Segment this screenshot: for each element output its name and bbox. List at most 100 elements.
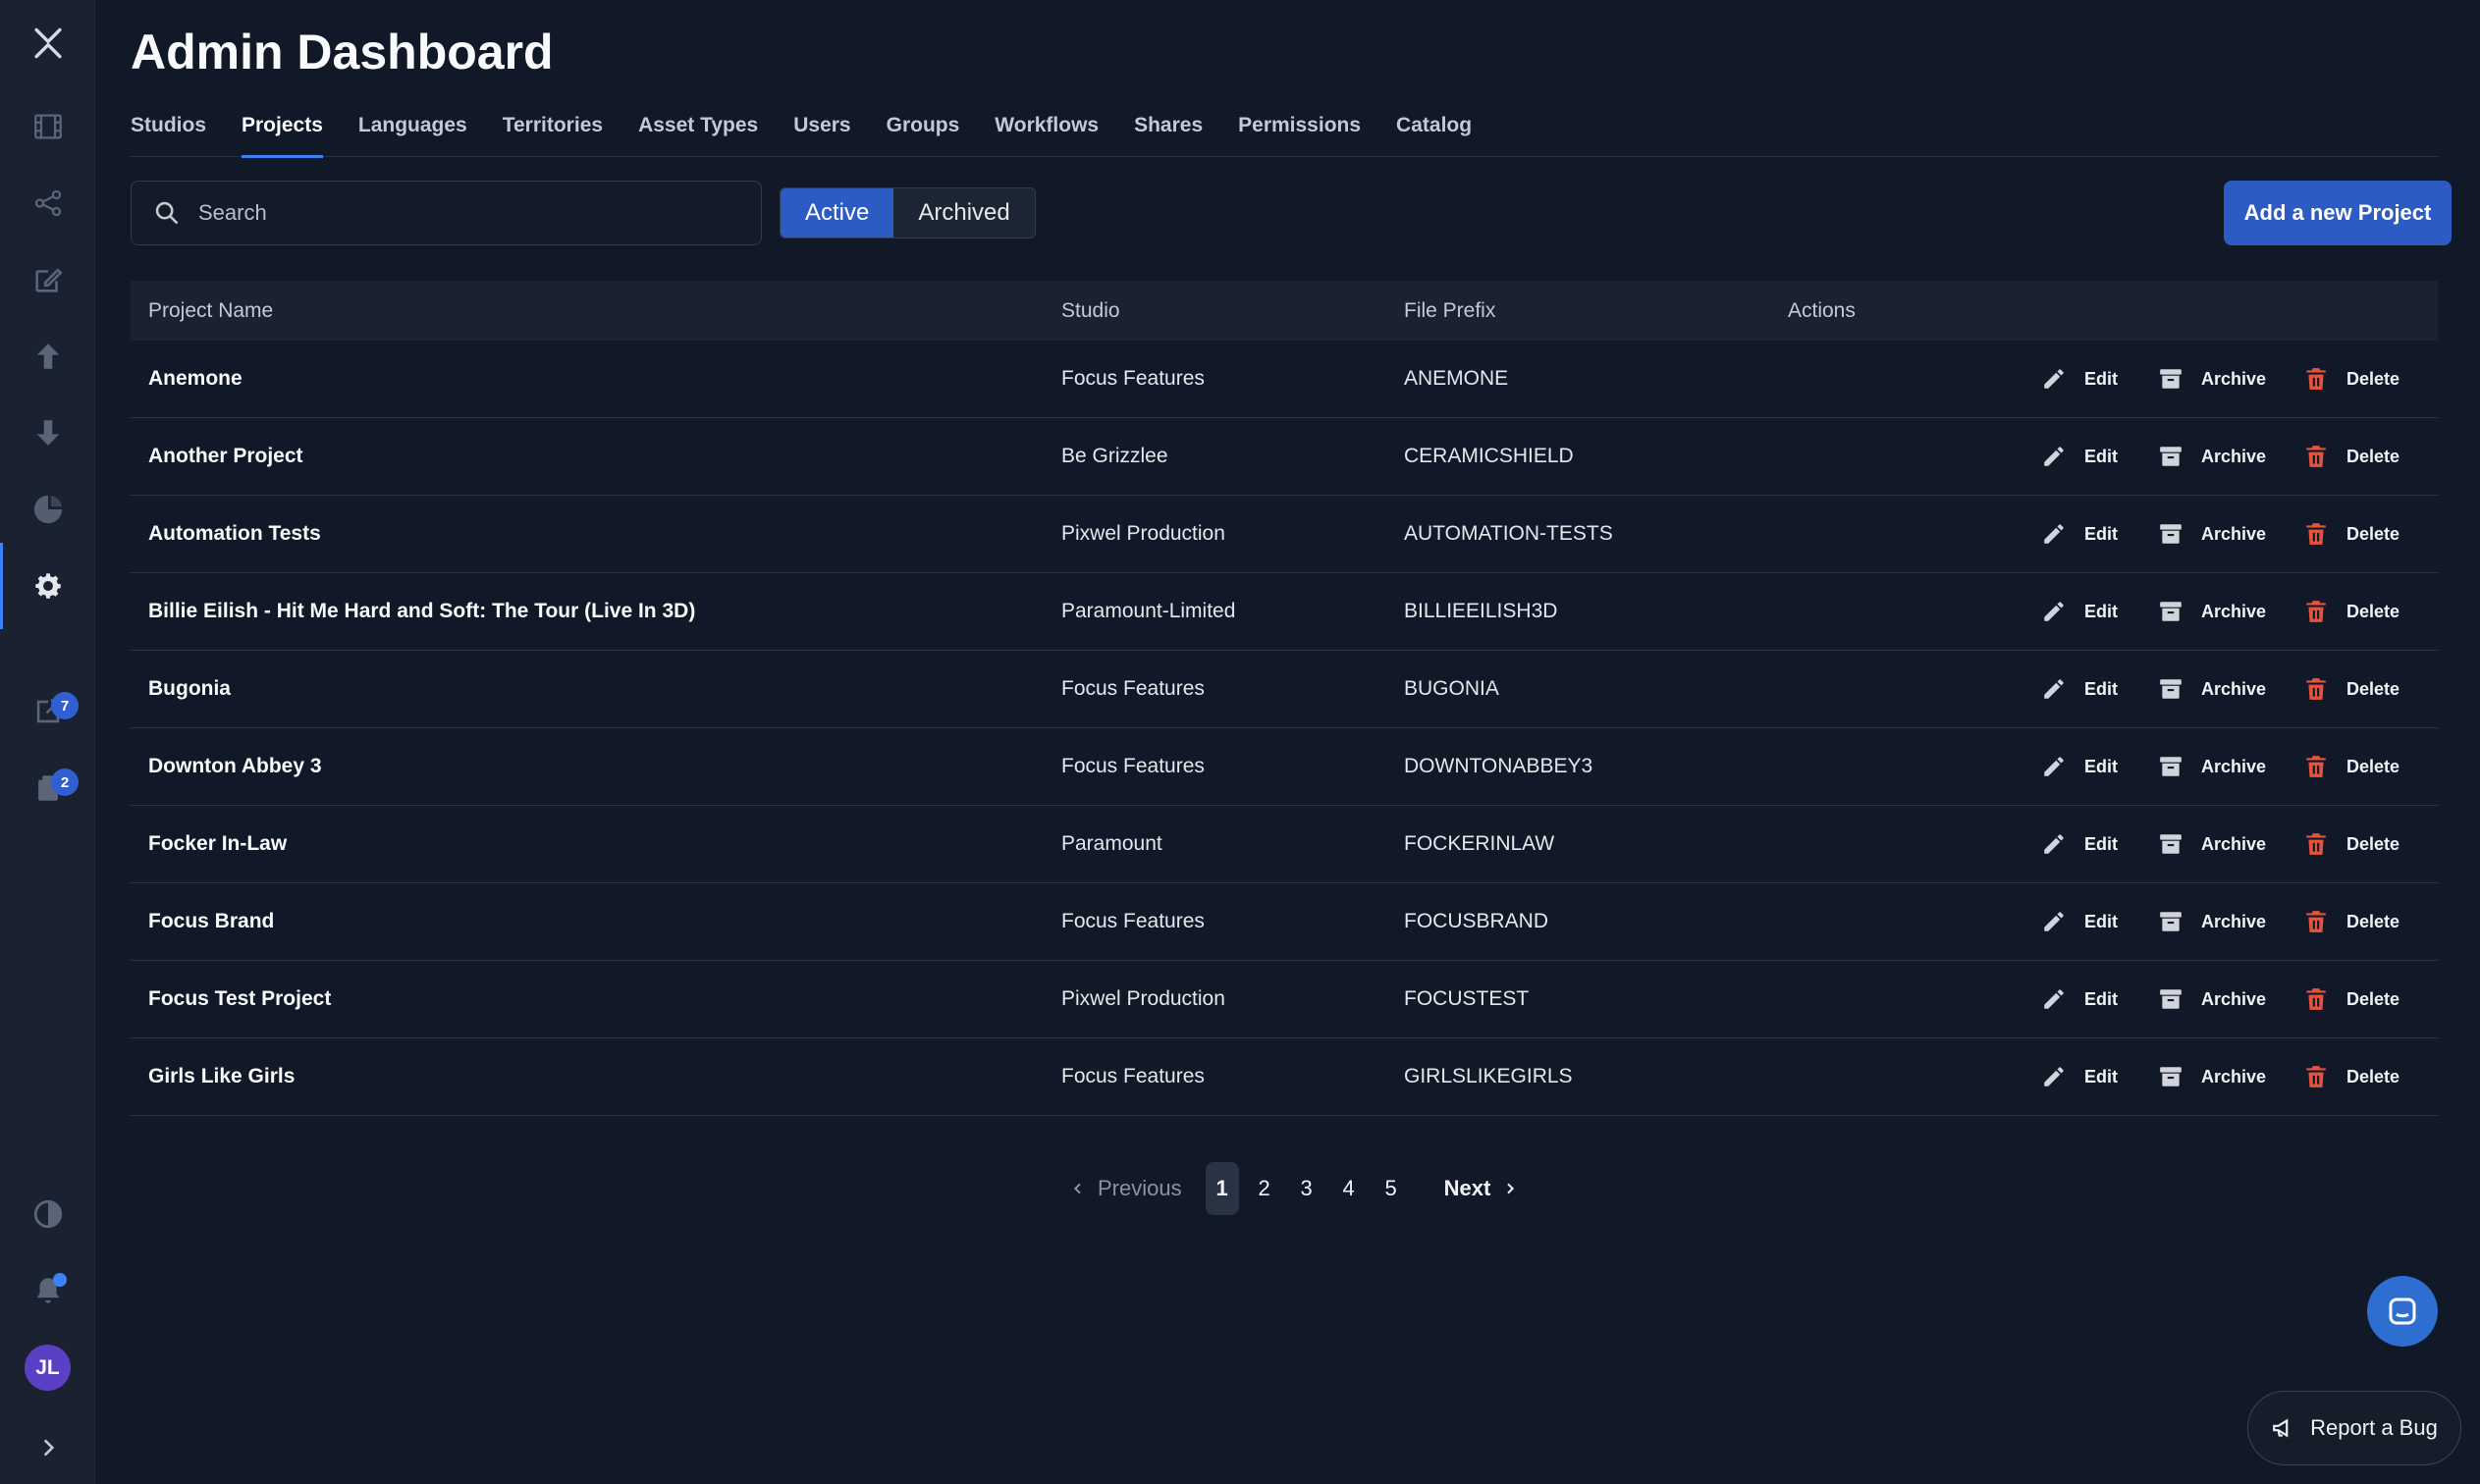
edit-button[interactable]: Edit <box>2041 444 2158 469</box>
delete-label: Delete <box>2346 523 2400 544</box>
tab-workflows[interactable]: Workflows <box>995 106 1099 157</box>
chat-button[interactable] <box>2367 1276 2438 1347</box>
avatar[interactable]: JL <box>25 1345 71 1391</box>
external-link-icon[interactable]: 7 <box>0 680 95 743</box>
table-row[interactable]: Focus Brand Focus Features FOCUSBRAND Edit A… <box>131 883 2438 961</box>
project-name: Anemone <box>148 367 243 390</box>
delete-label: Delete <box>2346 988 2400 1009</box>
table-row[interactable]: Downton Abbey 3 Focus Features DOWNTONABBE… <box>131 728 2438 806</box>
share-icon[interactable] <box>0 172 95 235</box>
trash-icon <box>2303 366 2346 392</box>
delete-button[interactable]: Delete <box>2303 521 2399 547</box>
clipboard-icon[interactable]: 2 <box>0 757 95 820</box>
tab-permissions[interactable]: Permissions <box>1238 106 1361 157</box>
projects-table: Project Name Studio File Prefix Actions … <box>131 281 2438 1116</box>
upload-arrow-icon[interactable] <box>0 325 95 388</box>
status-filter-toggle: Active Archived <box>780 187 1036 238</box>
tab-catalog[interactable]: Catalog <box>1396 106 1472 157</box>
archive-label: Archive <box>2201 756 2267 776</box>
page-1-button[interactable]: 1 <box>1205 1162 1239 1215</box>
archive-button[interactable]: Archive <box>2158 366 2303 392</box>
trash-icon <box>2303 909 2346 934</box>
tab-asset-types[interactable]: Asset Types <box>638 106 758 157</box>
edit-clipboard-icon[interactable] <box>0 248 95 311</box>
gear-icon[interactable] <box>0 543 95 629</box>
edit-button[interactable]: Edit <box>2041 986 2158 1012</box>
edit-button[interactable]: Edit <box>2041 366 2158 392</box>
report-bug-button[interactable]: Report a Bug <box>2247 1391 2461 1465</box>
archive-button[interactable]: Archive <box>2158 754 2303 779</box>
table-row[interactable]: Focker In-Law Paramount FOCKERINLAW Edit Arc… <box>131 806 2438 883</box>
row-actions: Edit Archive Delete <box>2041 806 2399 883</box>
table-row[interactable]: Billie Eilish - Hit Me Hard and Soft: Th… <box>131 573 2438 651</box>
row-actions: Edit Archive Delete <box>2041 651 2399 728</box>
delete-button[interactable]: Delete <box>2303 676 2399 702</box>
page-4-button[interactable]: 4 <box>1332 1162 1366 1215</box>
archive-button[interactable]: Archive <box>2158 909 2303 934</box>
edit-button[interactable]: Edit <box>2041 676 2158 702</box>
chevron-right-icon[interactable] <box>0 1416 95 1479</box>
delete-button[interactable]: Delete <box>2303 599 2399 624</box>
next-page-button[interactable]: Next <box>1444 1176 1519 1201</box>
filter-active-button[interactable]: Active <box>781 188 894 238</box>
tab-users[interactable]: Users <box>793 106 850 157</box>
table-row[interactable]: Bugonia Focus Features BUGONIA Edit Archive D… <box>131 651 2438 728</box>
page-5-button[interactable]: 5 <box>1375 1162 1408 1215</box>
next-label: Next <box>1443 1176 1491 1200</box>
edit-button[interactable]: Edit <box>2041 599 2158 624</box>
edit-button[interactable]: Edit <box>2041 831 2158 857</box>
row-actions: Edit Archive Delete <box>2041 883 2399 961</box>
row-actions: Edit Archive Delete <box>2041 418 2399 496</box>
page-2-button[interactable]: 2 <box>1248 1162 1281 1215</box>
table-row[interactable]: Girls Like Girls Focus Features GIRLSLIKEG… <box>131 1038 2438 1116</box>
archive-box-icon <box>2158 986 2201 1012</box>
archive-box-icon <box>2158 521 2201 547</box>
page-3-button[interactable]: 3 <box>1290 1162 1323 1215</box>
delete-button[interactable]: Delete <box>2303 366 2399 392</box>
pencil-icon <box>2041 986 2084 1012</box>
edit-button[interactable]: Edit <box>2041 909 2158 934</box>
filter-archived-button[interactable]: Archived <box>893 188 1034 238</box>
x-logo-icon[interactable] <box>0 12 95 75</box>
film-icon[interactable] <box>0 95 95 158</box>
notification-badge: 7 <box>51 692 79 719</box>
table-row[interactable]: Another Project Be Grizzlee CERAMICSHIELD E… <box>131 418 2438 496</box>
archive-button[interactable]: Archive <box>2158 444 2303 469</box>
delete-button[interactable]: Delete <box>2303 831 2399 857</box>
tab-groups[interactable]: Groups <box>887 106 960 157</box>
archive-button[interactable]: Archive <box>2158 1064 2303 1089</box>
archive-button[interactable]: Archive <box>2158 676 2303 702</box>
archive-box-icon <box>2158 676 2201 702</box>
delete-button[interactable]: Delete <box>2303 1064 2399 1089</box>
pie-chart-icon[interactable] <box>0 478 95 541</box>
contrast-icon[interactable] <box>0 1183 95 1246</box>
edit-button[interactable]: Edit <box>2041 521 2158 547</box>
previous-page-button[interactable]: Previous <box>1070 1176 1182 1201</box>
bell-icon[interactable] <box>0 1259 95 1322</box>
archive-button[interactable]: Archive <box>2158 599 2303 624</box>
delete-button[interactable]: Delete <box>2303 444 2399 469</box>
tab-studios[interactable]: Studios <box>131 106 206 157</box>
project-name: Bugonia <box>148 677 231 700</box>
archive-button[interactable]: Archive <box>2158 986 2303 1012</box>
delete-button[interactable]: Delete <box>2303 754 2399 779</box>
tab-shares[interactable]: Shares <box>1134 106 1203 157</box>
archive-button[interactable]: Archive <box>2158 521 2303 547</box>
add-project-button[interactable]: Add a new Project <box>2224 181 2452 245</box>
edit-button[interactable]: Edit <box>2041 1064 2158 1089</box>
table-row[interactable]: Automation Tests Pixwel Production AUTOMAT… <box>131 496 2438 573</box>
report-bug-label: Report a Bug <box>2310 1415 2438 1440</box>
delete-label: Delete <box>2346 833 2400 854</box>
search-input[interactable] <box>198 200 728 226</box>
table-row[interactable]: Focus Test Project Pixwel Production FOCUS… <box>131 961 2438 1038</box>
delete-button[interactable]: Delete <box>2303 909 2399 934</box>
archive-button[interactable]: Archive <box>2158 831 2303 857</box>
edit-button[interactable]: Edit <box>2041 754 2158 779</box>
table-row[interactable]: Anemone Focus Features ANEMONE Edit Archive D… <box>131 341 2438 418</box>
delete-button[interactable]: Delete <box>2303 986 2399 1012</box>
edit-label: Edit <box>2084 988 2118 1009</box>
tab-projects[interactable]: Projects <box>242 106 323 158</box>
download-arrow-icon[interactable] <box>0 401 95 464</box>
tab-languages[interactable]: Languages <box>358 106 467 157</box>
tab-territories[interactable]: Territories <box>503 106 603 157</box>
